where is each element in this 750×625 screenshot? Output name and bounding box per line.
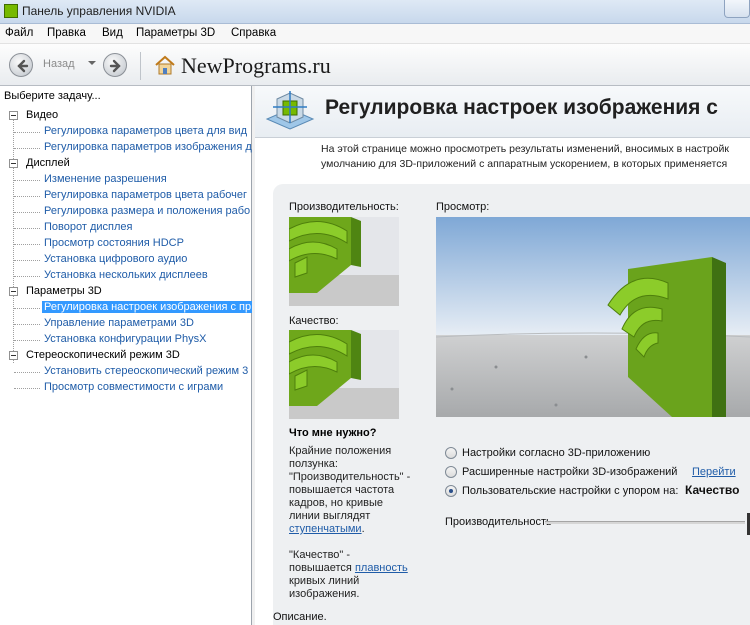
content-pane: Регулировка настроек изображения с На эт… (255, 86, 750, 625)
tree-item[interactable]: Регулировка параметров цвета для вид (0, 124, 252, 140)
radio-custom-selected[interactable] (445, 485, 457, 497)
quality-thumbnail (289, 330, 399, 419)
tree-branch (14, 260, 40, 261)
minimize-button[interactable] (724, 0, 750, 18)
tree-item[interactable]: Регулировка размера и положения рабо (0, 204, 252, 220)
tree-branch (14, 308, 40, 309)
tree-item[interactable]: Просмотр состояния HDCP (0, 236, 252, 252)
option-label: Пользовательские настройки с упором на: (462, 485, 679, 497)
nvidia-logo-thumbnail (289, 330, 399, 419)
jaggies-link[interactable]: ступенчатыми (289, 523, 362, 535)
collapse-icon[interactable] (9, 287, 18, 296)
radio-advanced[interactable] (445, 466, 457, 478)
help-punct: . (361, 523, 365, 535)
tree-branch (14, 132, 40, 133)
preview-label: Просмотр: (436, 201, 490, 213)
3d-preview (436, 217, 750, 417)
nvidia-logo-thumbnail (289, 217, 399, 306)
page-title: Регулировка настроек изображения с (325, 96, 718, 119)
menu-bar: Файл Правка Вид Параметры 3D Справка (0, 24, 750, 44)
tree-item[interactable]: Установить стереоскопический режим 3 (0, 364, 252, 380)
go-to-advanced-link[interactable]: Перейти (692, 466, 736, 478)
tree-branch (14, 388, 40, 389)
tree-branch (14, 180, 40, 181)
page-banner: Регулировка настроек изображения с (255, 86, 750, 138)
tree-branch (14, 372, 40, 373)
option-label: Настройки согласно 3D-приложению (462, 447, 651, 459)
collapse-icon[interactable] (9, 111, 18, 120)
tree-category-display[interactable]: Дисплей (0, 156, 252, 172)
brand-text: NewPrograms.ru (181, 53, 331, 78)
tree-item[interactable]: Управление параметрами 3D (0, 316, 252, 332)
3d-image-settings-icon (265, 91, 315, 130)
help-text-tail: кривых линий изображения. (289, 575, 360, 600)
menu-file[interactable]: Файл (5, 27, 33, 39)
description-label: Описание. (273, 611, 327, 623)
tree-category-stereo-3d[interactable]: Стереоскопический режим 3D (0, 348, 252, 364)
tree-item[interactable]: Регулировка параметров цвета рабочег (0, 188, 252, 204)
tree-branch (14, 212, 40, 213)
back-label[interactable]: Назад (43, 58, 75, 70)
help-paragraph: Крайние положения ползунка: "Производите… (289, 445, 411, 522)
tree-item[interactable]: Установка цифрового аудио (0, 252, 252, 268)
smoothness-link[interactable]: плавность (355, 562, 408, 574)
collapse-icon[interactable] (9, 159, 18, 168)
back-button[interactable] (9, 53, 33, 77)
tree-item[interactable]: Регулировка параметров изображения д (0, 140, 252, 156)
tree-branch (14, 340, 40, 341)
toolbar: Назад NewPrograms.ru (0, 44, 750, 86)
help-paragraph: "Качество" - повышается (289, 549, 355, 574)
tree-branch (14, 196, 40, 197)
nvidia-app-icon (4, 4, 18, 18)
title-bar: Панель управления NVIDIA (0, 0, 750, 24)
home-icon[interactable] (154, 55, 176, 75)
tree-branch (14, 276, 40, 277)
task-label: Выберите задачу... (4, 90, 101, 102)
intro-line: умолчанию для 3D-приложений с аппаратным… (321, 158, 728, 170)
tree-branch (14, 148, 40, 149)
quality-slider-track[interactable] (545, 521, 745, 524)
intro-line: На этой странице можно просмотреть резул… (321, 143, 729, 155)
custom-emphasis-value: Качество (685, 483, 740, 497)
performance-label: Производительность: (289, 201, 399, 213)
nvidia-logo-3d-preview (436, 217, 750, 417)
tree-item[interactable]: Изменение разрешения (0, 172, 252, 188)
quality-label: Качество: (289, 315, 339, 327)
forward-button[interactable] (103, 53, 127, 77)
window-title: Панель управления NVIDIA (22, 4, 176, 18)
tree-item-selected[interactable]: Регулировка настроек изображения с пр (0, 300, 252, 316)
menu-help[interactable]: Справка (231, 27, 276, 39)
option-label: Расширенные настройки 3D-изображений (462, 466, 678, 478)
radio-app-controlled[interactable] (445, 447, 457, 459)
help-heading: Что мне нужно? (289, 427, 377, 439)
tree-branch (14, 324, 40, 325)
tree-category-3d-settings[interactable]: Параметры 3D (0, 284, 252, 300)
tree-category-video[interactable]: Видео (0, 108, 252, 124)
tree-item[interactable]: Установка конфигурации PhysX (0, 332, 252, 348)
settings-panel: Производительность: Качество: Просмотр: … (273, 184, 750, 625)
menu-edit[interactable]: Правка (47, 27, 86, 39)
intro-text: На этой странице можно просмотреть резул… (321, 142, 750, 172)
arrow-right-icon (109, 59, 121, 73)
tree-item[interactable]: Просмотр совместимости с играми (0, 380, 252, 396)
collapse-icon[interactable] (9, 351, 18, 360)
tree-branch (14, 228, 40, 229)
tree-branch (14, 244, 40, 245)
task-tree-pane: Выберите задачу... Видео Регулировка пар… (0, 86, 252, 625)
tree-item[interactable]: Установка нескольких дисплеев (0, 268, 252, 284)
slider-min-label: Производительность (445, 516, 552, 528)
toolbar-separator (140, 52, 141, 80)
arrow-left-icon (17, 59, 29, 73)
help-text: Крайние положения ползунка: "Производите… (289, 445, 414, 601)
performance-thumbnail (289, 217, 399, 306)
menu-3d-settings[interactable]: Параметры 3D (136, 27, 215, 39)
tree-item[interactable]: Поворот дисплея (0, 220, 252, 236)
back-history-dropdown[interactable] (88, 61, 96, 65)
menu-view[interactable]: Вид (102, 27, 123, 39)
